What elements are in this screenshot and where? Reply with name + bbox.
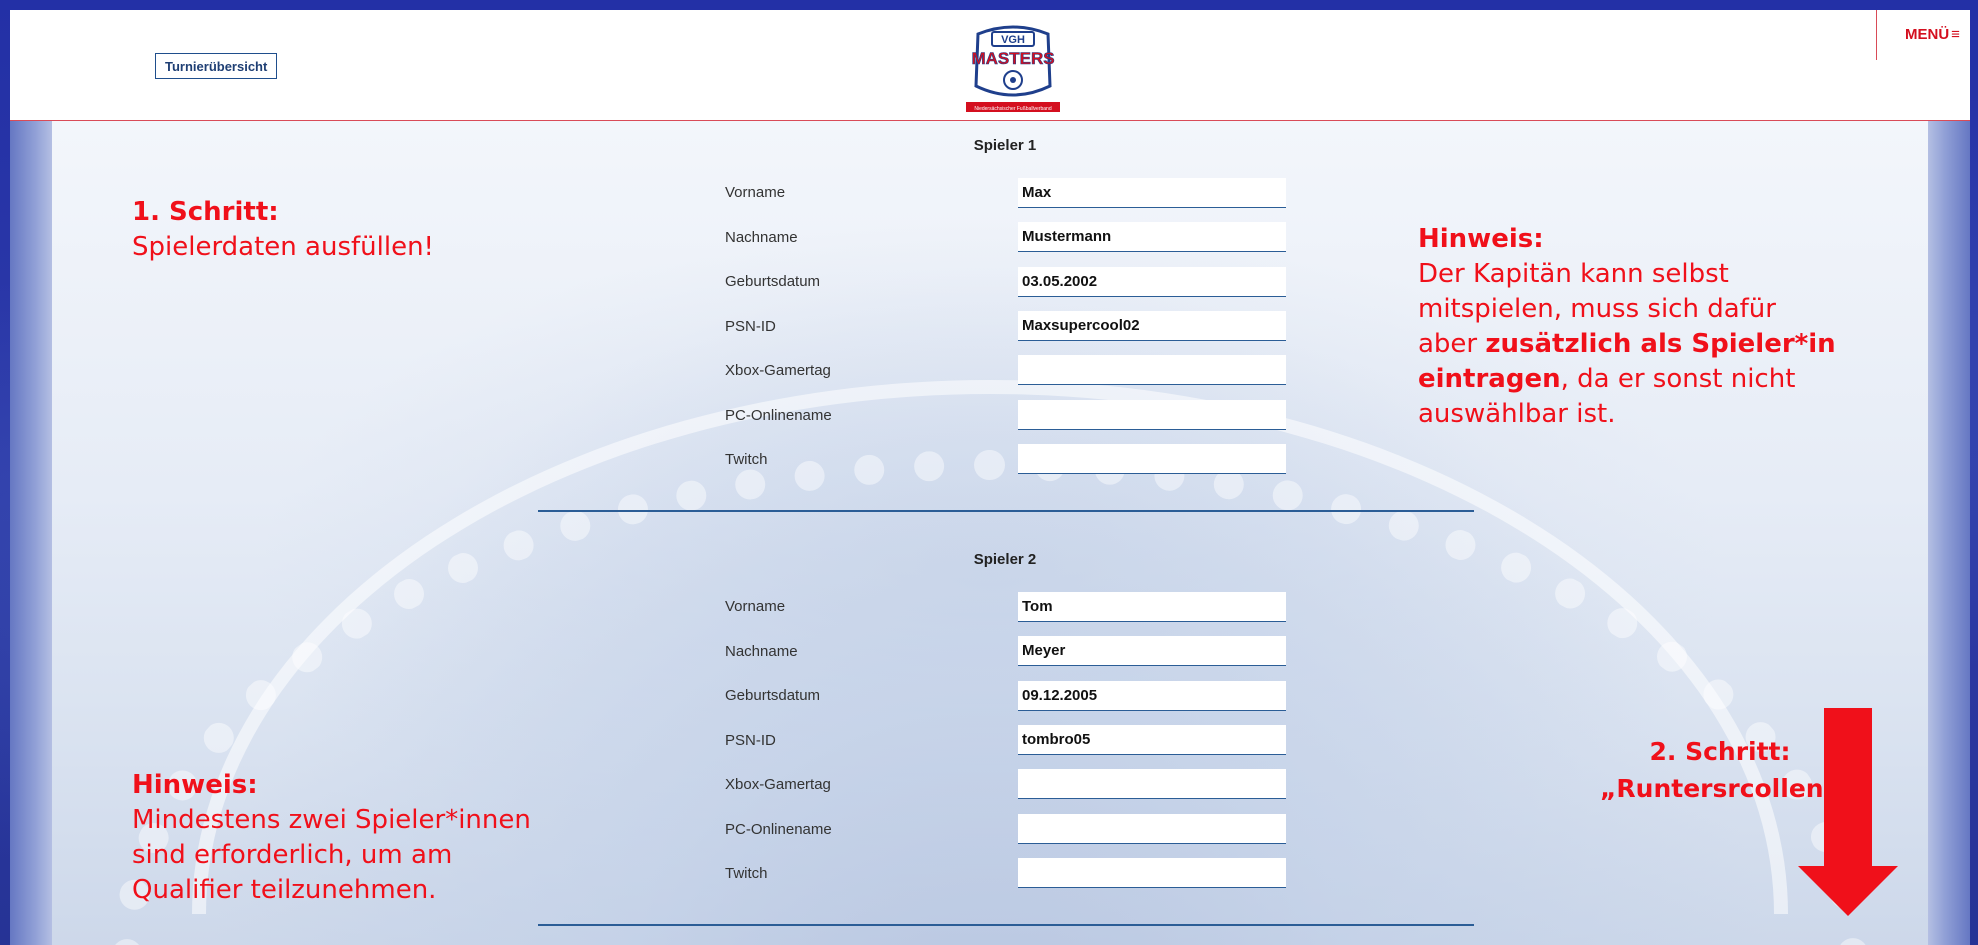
menu-divider [1876, 10, 1877, 60]
player-2-pc-input[interactable] [1018, 814, 1286, 844]
hint-captain-line-1: Der Kapitän kann selbst [1418, 259, 1729, 289]
scroll-down-arrow-icon [1798, 708, 1898, 916]
player-1-pc-label: PC-Onlinename [725, 407, 832, 424]
player-2-twitch-label: Twitch [725, 865, 768, 882]
step-1-title: 1. Schritt: [132, 197, 279, 227]
player-1-birthdate-label: Geburtsdatum [725, 273, 821, 290]
hint-captain-line-5: auswählbar ist. [1418, 399, 1616, 429]
stadium-side-left [10, 120, 52, 945]
player-1-last-name-input[interactable] [1018, 222, 1286, 252]
player-2-xbox-label: Xbox-Gamertag [725, 776, 831, 793]
player-2-twitch-input[interactable] [1018, 858, 1286, 888]
player-2-birthdate-label: Geburtsdatum [725, 687, 821, 704]
player-2-first-name-label: Vorname [725, 598, 786, 615]
hint-captain-line-3-bold: zusätzlich als Spieler*in [1485, 329, 1836, 359]
step-1-annotation: 1. Schritt: Spielerdaten ausfüllen! [132, 195, 434, 265]
player-2-psn-label: PSN-ID [725, 732, 776, 749]
tournament-overview-button[interactable]: Turnierübersicht [155, 53, 278, 79]
hint-minimum-line-1: Mindestens zwei Spieler*innen [132, 805, 531, 835]
player-1-last-name-label: Nachname [725, 229, 798, 246]
player-1-pc-input[interactable] [1018, 400, 1286, 430]
player-1-divider [538, 510, 1474, 512]
hint-captain-line-4-post: , da er sonst nicht [1560, 364, 1796, 394]
player-2-title: Spieler 2 [973, 551, 1037, 568]
menu-button[interactable]: MENÜ ≡ [1905, 26, 1960, 43]
hint-captain-line-2: mitspielen, muss sich dafür [1418, 294, 1776, 324]
player-1-first-name-label: Vorname [725, 184, 786, 201]
menu-label: MENÜ [1905, 26, 1950, 43]
hint-minimum-annotation: Hinweis: Mindestens zwei Spieler*innen s… [132, 768, 531, 908]
hamburger-icon: ≡ [1951, 26, 1960, 43]
hint-minimum-title: Hinweis: [132, 770, 258, 800]
hint-captain-annotation: Hinweis: Der Kapitän kann selbst mitspie… [1418, 222, 1836, 432]
player-1-psn-label: PSN-ID [725, 318, 776, 335]
logo-sub-text: Niedersächsischer Fußballverband [974, 106, 1051, 112]
hint-captain-title: Hinweis: [1418, 224, 1544, 254]
player-1-title: Spieler 1 [973, 137, 1037, 154]
vgh-masters-logo[interactable]: VGH MASTERS Niedersächsischer Fußballver… [958, 24, 1068, 118]
stadium-side-right [1928, 120, 1970, 945]
hint-captain-line-3: aber zusätzlich als Spieler*in [1418, 327, 1836, 362]
player-2-pc-label: PC-Onlinename [725, 821, 832, 838]
hint-captain-line-4: eintragen, da er sonst nicht [1418, 362, 1836, 397]
logo-main-text: MASTERS [971, 49, 1054, 68]
site-header: Turnierübersicht VGH MASTERS Niedersächs… [10, 10, 1970, 121]
player-2-psn-input[interactable] [1018, 725, 1286, 755]
hint-minimum-line-2: sind erforderlich, um am [132, 840, 453, 870]
hint-captain-line-4-bold: eintragen [1418, 364, 1561, 394]
player-1-twitch-input[interactable] [1018, 444, 1286, 474]
step-1-text: Spielerdaten ausfüllen! [132, 232, 434, 262]
player-2-last-name-input[interactable] [1018, 636, 1286, 666]
player-2-divider [538, 924, 1474, 926]
player-1-xbox-input[interactable] [1018, 355, 1286, 385]
hint-minimum-line-3: Qualifier teilzunehmen. [132, 875, 437, 905]
player-2-xbox-input[interactable] [1018, 769, 1286, 799]
player-1-birthdate-input[interactable] [1018, 267, 1286, 297]
player-1-first-name-input[interactable] [1018, 178, 1286, 208]
player-2-first-name-input[interactable] [1018, 592, 1286, 622]
player-2-birthdate-input[interactable] [1018, 681, 1286, 711]
player-1-xbox-label: Xbox-Gamertag [725, 362, 831, 379]
player-2-last-name-label: Nachname [725, 643, 798, 660]
player-1-twitch-label: Twitch [725, 451, 768, 468]
hint-captain-line-3-pre: aber [1418, 329, 1486, 359]
player-1-psn-input[interactable] [1018, 311, 1286, 341]
logo-top-text: VGH [1001, 34, 1025, 46]
